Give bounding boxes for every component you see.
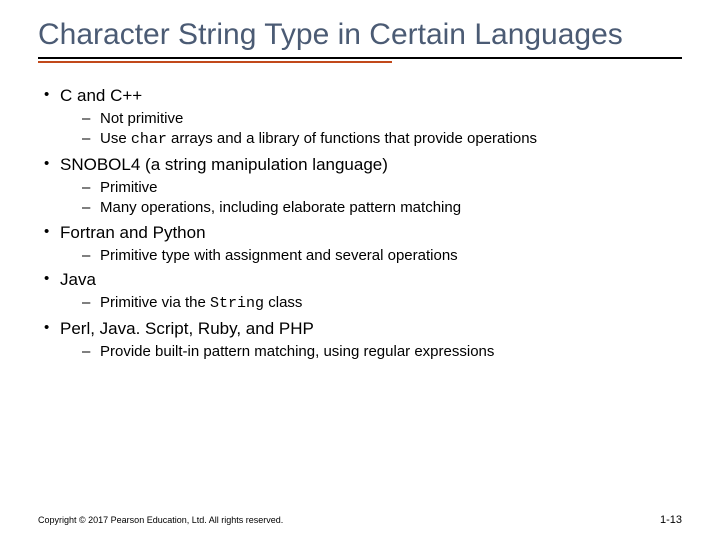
slide: Character String Type in Certain Languag… — [0, 0, 720, 540]
sub-item: Not primitive — [60, 109, 682, 129]
list-item: Fortran and Python Primitive type with a… — [38, 222, 682, 266]
code-text: char — [131, 131, 167, 148]
sub-list: Primitive type with assignment and sever… — [60, 246, 682, 266]
sub-list: Primitive Many operations, including ela… — [60, 178, 682, 218]
sub-item: Primitive via the String class — [60, 293, 682, 314]
bullet-head: SNOBOL4 (a string manipulation language) — [60, 155, 388, 174]
bullet-head: Java — [60, 270, 96, 289]
content-area: C and C++ Not primitive Use char arrays … — [38, 85, 682, 362]
sub-item: Use char arrays and a library of functio… — [60, 129, 682, 150]
text: class — [264, 294, 302, 311]
list-item: SNOBOL4 (a string manipulation language)… — [38, 154, 682, 218]
divider-dark — [38, 57, 682, 59]
divider-orange — [38, 61, 392, 63]
bullet-head: Fortran and Python — [60, 223, 206, 242]
list-item: Java Primitive via the String class — [38, 269, 682, 314]
sub-item: Many operations, including elaborate pat… — [60, 198, 682, 218]
text: Primitive via the — [100, 294, 210, 311]
sub-item: Primitive type with assignment and sever… — [60, 246, 682, 266]
page-number: 1-13 — [660, 514, 682, 526]
bullet-list: C and C++ Not primitive Use char arrays … — [38, 85, 682, 362]
slide-title: Character String Type in Certain Languag… — [38, 18, 682, 53]
text: arrays and a library of functions that p… — [167, 130, 537, 147]
text: Use — [100, 130, 131, 147]
copyright-text: Copyright © 2017 Pearson Education, Ltd.… — [38, 515, 283, 525]
sub-list: Not primitive Use char arrays and a libr… — [60, 109, 682, 150]
bullet-head: C and C++ — [60, 86, 142, 105]
footer: Copyright © 2017 Pearson Education, Ltd.… — [38, 514, 682, 526]
bullet-head: Perl, Java. Script, Ruby, and PHP — [60, 319, 314, 338]
sub-list: Provide built-in pattern matching, using… — [60, 342, 682, 362]
sub-list: Primitive via the String class — [60, 293, 682, 314]
list-item: C and C++ Not primitive Use char arrays … — [38, 85, 682, 150]
sub-item: Provide built-in pattern matching, using… — [60, 342, 682, 362]
code-text: String — [210, 295, 264, 312]
sub-item: Primitive — [60, 178, 682, 198]
list-item: Perl, Java. Script, Ruby, and PHP Provid… — [38, 318, 682, 362]
